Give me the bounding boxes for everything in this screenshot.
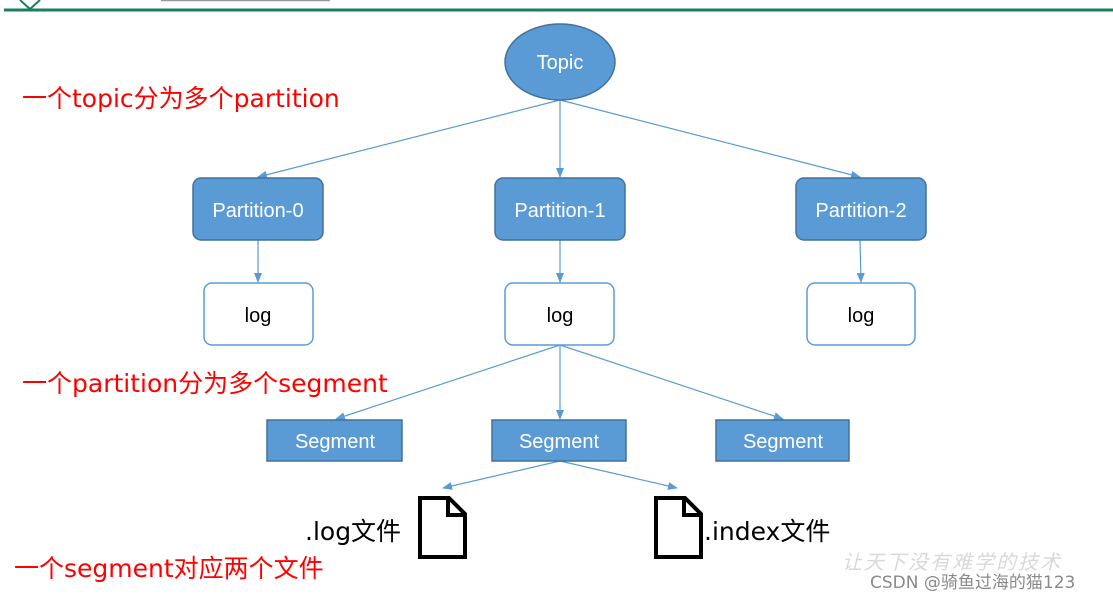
segment-annotation: 一个segment对应两个文件 <box>14 554 324 583</box>
partition-label: Partition-0 <box>212 200 303 222</box>
diagram-canvas: Topic Partition-0 Partition-1 Partition-… <box>0 0 1113 599</box>
log-label: log <box>547 305 574 327</box>
arrow-partition-2-log <box>856 239 865 283</box>
partition-label: Partition-1 <box>514 200 605 222</box>
segment-node: Segment <box>491 419 627 462</box>
file-icon <box>654 496 703 559</box>
arrow-topic-partition-2 <box>559 99 861 179</box>
segment-label: Segment <box>295 431 375 453</box>
arrow-log-segment-2 <box>559 344 784 420</box>
log-label: log <box>848 305 875 327</box>
topic-annotation: 一个topic分为多个partition <box>22 84 340 113</box>
log-label: log <box>245 305 272 327</box>
partition-node: Partition-0 <box>192 177 324 241</box>
log-node: log <box>504 282 615 346</box>
watermark-credit: CSDN @骑鱼过海的猫123 <box>870 573 1076 593</box>
arrow-segment-log-file <box>442 460 561 490</box>
topic-label: Topic <box>537 52 584 74</box>
log-file-label: .log文件 <box>305 517 402 546</box>
partition-label: Partition-2 <box>815 200 906 222</box>
chevron-down-icon <box>19 0 41 11</box>
partition-node: Partition-2 <box>795 177 927 241</box>
segment-label: Segment <box>519 431 599 453</box>
partition-node: Partition-1 <box>494 177 626 241</box>
file-icon <box>418 496 467 559</box>
segment-label: Segment <box>743 431 823 453</box>
segment-node: Segment <box>266 419 403 462</box>
log-node: log <box>806 282 916 346</box>
arrow-segment-index-file <box>559 460 678 490</box>
index-file-label: .index文件 <box>704 517 831 546</box>
log-node: log <box>203 282 314 346</box>
segment-node: Segment <box>715 419 850 462</box>
partition-annotation: 一个partition分为多个segment <box>22 369 388 398</box>
